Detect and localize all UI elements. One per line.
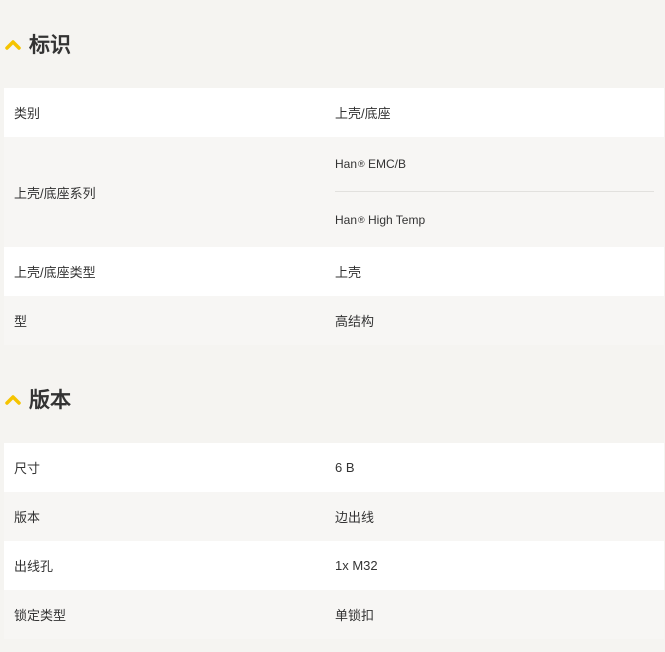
row-value: 1x M32 <box>335 558 378 573</box>
row-value: 上壳/底座 <box>335 106 391 121</box>
row-value: Han ® EMC/B <box>335 157 407 171</box>
row-label: 上壳/底座系列 <box>14 185 96 201</box>
section-version: 版本 <box>0 379 71 419</box>
row-label: 尺寸 <box>14 461 41 476</box>
version-table: 尺寸 6 B 版本 边出线 出线孔 1x M32 锁定类型 单锁扣 <box>4 443 664 639</box>
row-value: 边出线 <box>335 510 375 525</box>
row-label: 锁定类型 <box>14 608 67 623</box>
row-value: 高结构 <box>335 314 375 329</box>
row-value: Han ® High Temp <box>335 191 654 247</box>
table-row: 出线孔 1x M32 <box>4 541 664 590</box>
table-row: 型 高结构 <box>4 296 664 345</box>
section-header-identification[interactable]: 标识 <box>0 24 71 64</box>
table-row: 类别 上壳/底座 <box>4 88 664 137</box>
table-row: 上壳/底座系列 Han ® EMC/B Han ® High Temp <box>4 137 664 247</box>
identification-table: 类别 上壳/底座 上壳/底座系列 Han ® EMC/B Han ® High Te… <box>4 88 664 345</box>
row-value: 6 B <box>335 460 355 475</box>
row-value: 单锁扣 <box>335 608 375 623</box>
chevron-up-icon[interactable] <box>4 392 22 406</box>
section-title: 版本 <box>29 388 71 412</box>
section-title: 标识 <box>29 33 71 57</box>
row-label: 出线孔 <box>14 559 54 574</box>
row-label: 版本 <box>14 510 41 525</box>
section-header-version[interactable]: 版本 <box>0 379 71 419</box>
table-row: 版本 边出线 <box>4 492 664 541</box>
row-label: 型 <box>14 314 28 329</box>
row-label: 类别 <box>14 106 41 121</box>
section-identification: 标识 <box>0 24 71 64</box>
table-row: 尺寸 6 B <box>4 443 664 492</box>
chevron-up-icon[interactable] <box>4 37 22 51</box>
table-row: 锁定类型 单锁扣 <box>4 590 664 639</box>
table-row: 上壳/底座类型 上壳 <box>4 247 664 296</box>
row-label: 上壳/底座类型 <box>14 265 96 280</box>
row-value: 上壳 <box>335 265 362 280</box>
